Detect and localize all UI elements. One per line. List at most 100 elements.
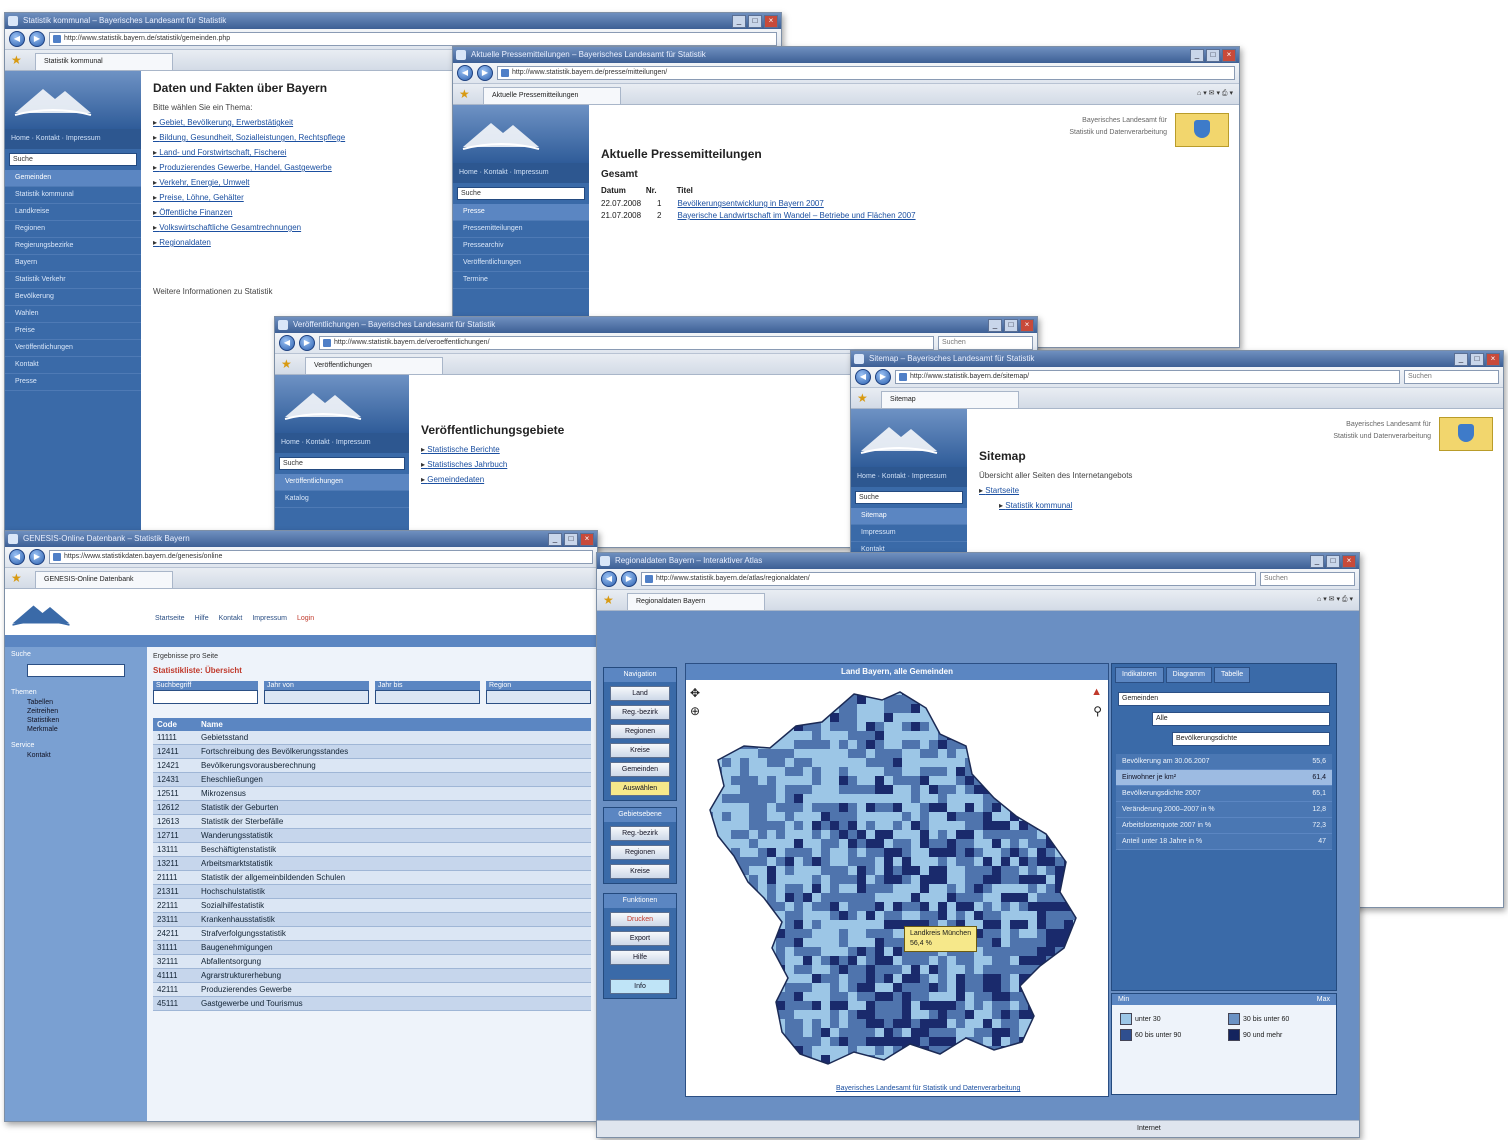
municipality-cell[interactable]	[722, 893, 731, 902]
municipality-cell[interactable]	[893, 848, 902, 857]
municipality-cell[interactable]	[740, 1037, 749, 1046]
municipality-cell[interactable]	[803, 1037, 812, 1046]
municipality-cell[interactable]	[974, 857, 983, 866]
municipality-cell[interactable]	[1019, 920, 1028, 929]
municipality-cell[interactable]	[1055, 938, 1064, 947]
municipality-cell[interactable]	[920, 1001, 929, 1010]
municipality-cell[interactable]	[992, 929, 1001, 938]
municipality-cell[interactable]	[785, 875, 794, 884]
municipality-cell[interactable]	[1082, 929, 1084, 938]
municipality-cell[interactable]	[866, 686, 875, 695]
municipality-cell[interactable]	[1064, 722, 1073, 731]
municipality-cell[interactable]	[1028, 803, 1037, 812]
municipality-cell[interactable]	[1037, 1001, 1046, 1010]
municipality-cell[interactable]	[713, 938, 722, 947]
municipality-cell[interactable]	[812, 1028, 821, 1037]
municipality-cell[interactable]	[821, 893, 830, 902]
municipality-cell[interactable]	[938, 974, 947, 983]
municipality-cell[interactable]	[1046, 947, 1055, 956]
municipality-cell[interactable]	[821, 929, 830, 938]
municipality-cell[interactable]	[776, 1055, 785, 1064]
municipality-cell[interactable]	[1037, 965, 1046, 974]
municipality-cell[interactable]	[704, 776, 713, 785]
municipality-cell[interactable]	[812, 704, 821, 713]
municipality-cell[interactable]	[893, 776, 902, 785]
municipality-cell[interactable]	[776, 767, 785, 776]
municipality-cell[interactable]	[1037, 767, 1046, 776]
municipality-cell[interactable]	[983, 1028, 992, 1037]
municipality-cell[interactable]	[911, 1073, 920, 1082]
tab-tabelle[interactable]: Tabelle	[1213, 667, 1251, 683]
municipality-cell[interactable]	[704, 1064, 713, 1073]
municipality-cell[interactable]	[830, 812, 839, 821]
municipality-cell[interactable]	[884, 839, 893, 848]
municipality-cell[interactable]	[704, 974, 713, 983]
municipality-cell[interactable]	[965, 1055, 974, 1064]
municipality-cell[interactable]	[1028, 686, 1037, 695]
municipality-cell[interactable]	[1010, 839, 1019, 848]
municipality-cell[interactable]	[740, 767, 749, 776]
municipality-cell[interactable]	[731, 875, 740, 884]
municipality-cell[interactable]	[1001, 776, 1010, 785]
table-row[interactable]: 42111 Produzierendes Gewerbe	[153, 982, 591, 997]
municipality-cell[interactable]	[974, 749, 983, 758]
municipality-cell[interactable]	[992, 848, 1001, 857]
municipality-cell[interactable]	[893, 920, 902, 929]
municipality-cell[interactable]	[1073, 713, 1082, 722]
link-home[interactable]: Home	[11, 135, 30, 142]
municipality-cell[interactable]	[1001, 875, 1010, 884]
municipality-cell[interactable]	[803, 758, 812, 767]
municipality-cell[interactable]	[1037, 794, 1046, 803]
municipality-cell[interactable]	[884, 758, 893, 767]
municipality-cell[interactable]	[1037, 956, 1046, 965]
sidebar-search-select[interactable]: Suche	[279, 457, 405, 470]
municipality-cell[interactable]	[803, 812, 812, 821]
municipality-cell[interactable]	[821, 695, 830, 704]
municipality-cell[interactable]	[965, 992, 974, 1001]
municipality-cell[interactable]	[713, 1010, 722, 1019]
municipality-cell[interactable]	[929, 965, 938, 974]
municipality-cell[interactable]	[983, 803, 992, 812]
municipality-cell[interactable]	[929, 704, 938, 713]
tab-veroeffentlichungen[interactable]: Veröffentlichungen	[305, 357, 443, 374]
municipality-cell[interactable]	[731, 983, 740, 992]
municipality-cell[interactable]	[1001, 965, 1010, 974]
minimize-button[interactable]: _	[1190, 49, 1204, 62]
municipality-cell[interactable]	[857, 929, 866, 938]
municipality-cell[interactable]	[911, 911, 920, 920]
municipality-cell[interactable]	[974, 1064, 983, 1073]
municipality-cell[interactable]	[983, 821, 992, 830]
municipality-cell[interactable]	[803, 1001, 812, 1010]
municipality-cell[interactable]	[839, 866, 848, 875]
municipality-cell[interactable]	[731, 902, 740, 911]
municipality-cell[interactable]	[965, 812, 974, 821]
municipality-cell[interactable]	[785, 992, 794, 1001]
municipality-cell[interactable]	[875, 731, 884, 740]
maximize-button[interactable]: □	[748, 15, 762, 28]
municipality-cell[interactable]	[1055, 1055, 1064, 1064]
municipality-cell[interactable]	[965, 1010, 974, 1019]
municipality-cell[interactable]	[794, 704, 803, 713]
municipality-cell[interactable]	[893, 758, 902, 767]
tab-sitemap[interactable]: Sitemap	[881, 391, 1019, 408]
municipality-cell[interactable]	[839, 884, 848, 893]
municipality-cell[interactable]	[848, 749, 857, 758]
municipality-cell[interactable]	[1082, 695, 1084, 704]
municipality-cell[interactable]	[758, 884, 767, 893]
municipality-cell[interactable]	[713, 956, 722, 965]
municipality-cell[interactable]	[956, 839, 965, 848]
municipality-cell[interactable]	[776, 785, 785, 794]
municipality-cell[interactable]	[848, 695, 857, 704]
municipality-cell[interactable]	[767, 965, 776, 974]
municipality-cell[interactable]	[1028, 866, 1037, 875]
municipality-cell[interactable]	[920, 686, 929, 695]
municipality-cell[interactable]	[884, 857, 893, 866]
municipality-cell[interactable]	[857, 1019, 866, 1028]
range-slider[interactable]: Min Max	[1112, 994, 1336, 1005]
sidebar-item[interactable]: Bayern	[5, 255, 141, 272]
municipality-cell[interactable]	[1001, 956, 1010, 965]
municipality-cell[interactable]	[929, 821, 938, 830]
municipality-cell[interactable]	[1037, 722, 1046, 731]
municipality-cell[interactable]	[992, 839, 1001, 848]
municipality-cell[interactable]	[920, 992, 929, 1001]
